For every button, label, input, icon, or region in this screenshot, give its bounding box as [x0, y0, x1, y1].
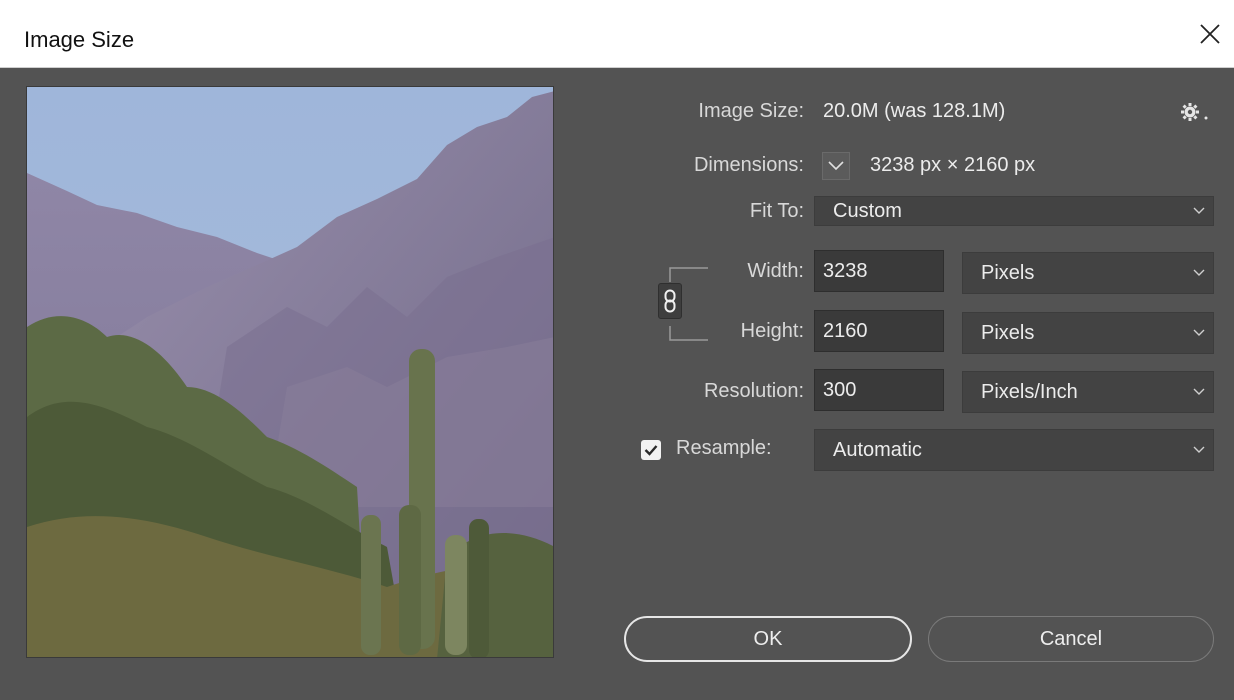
chevron-down-icon: [828, 161, 844, 171]
title-bar: Image Size: [0, 0, 1234, 68]
fit-to-label: Fit To:: [749, 200, 804, 222]
chevron-down-icon: [1193, 207, 1205, 214]
resample-value: Automatic: [833, 438, 922, 461]
close-button[interactable]: [1192, 16, 1228, 52]
link-chain-icon: [664, 289, 676, 313]
resolution-input[interactable]: 300: [814, 369, 944, 411]
resolution-unit-select[interactable]: Pixels/Inch: [962, 371, 1214, 413]
height-label: Height:: [740, 320, 804, 342]
height-input[interactable]: 2160: [814, 310, 944, 352]
window-title: Image Size: [24, 27, 135, 52]
fit-to-select[interactable]: Custom: [814, 196, 1214, 226]
chevron-down-icon: [1193, 269, 1205, 276]
width-label: Width:: [747, 260, 804, 282]
resample-checkbox[interactable]: [641, 440, 661, 460]
constrain-proportions-button[interactable]: [658, 283, 682, 319]
resolution-unit-value: Pixels/Inch: [981, 380, 1078, 403]
image-size-label: Image Size:: [698, 100, 804, 122]
dimensions-label: Dimensions:: [693, 154, 804, 176]
settings-button[interactable]: [1178, 100, 1212, 124]
cancel-button[interactable]: Cancel: [928, 616, 1214, 662]
width-input[interactable]: 3238: [814, 250, 944, 292]
resample-select[interactable]: Automatic: [814, 429, 1214, 471]
image-preview[interactable]: [26, 86, 554, 658]
resample-label: Resample:: [676, 437, 772, 459]
chevron-down-icon: [1193, 329, 1205, 336]
width-unit-select[interactable]: Pixels: [962, 252, 1214, 294]
height-unit-select[interactable]: Pixels: [962, 312, 1214, 354]
gear-icon: [1181, 103, 1208, 121]
dimensions-unit-toggle[interactable]: [822, 152, 850, 180]
image-size-dialog: Image Size: 20.0M (was 128.1M) Dimension…: [0, 68, 1234, 700]
fit-to-value: Custom: [833, 199, 902, 222]
height-unit-value: Pixels: [981, 321, 1035, 344]
chevron-down-icon: [1193, 446, 1205, 453]
ok-button[interactable]: OK: [624, 616, 912, 662]
checkmark-icon: [644, 445, 658, 456]
preview-photo: [27, 87, 553, 657]
image-size-value: 20.0M (was 128.1M): [823, 100, 1006, 122]
close-icon: [1200, 24, 1220, 44]
dimensions-value: 3238 px × 2160 px: [870, 154, 1036, 176]
resolution-label: Resolution:: [703, 380, 804, 402]
chevron-down-icon: [1193, 388, 1205, 395]
width-unit-value: Pixels: [981, 261, 1035, 284]
